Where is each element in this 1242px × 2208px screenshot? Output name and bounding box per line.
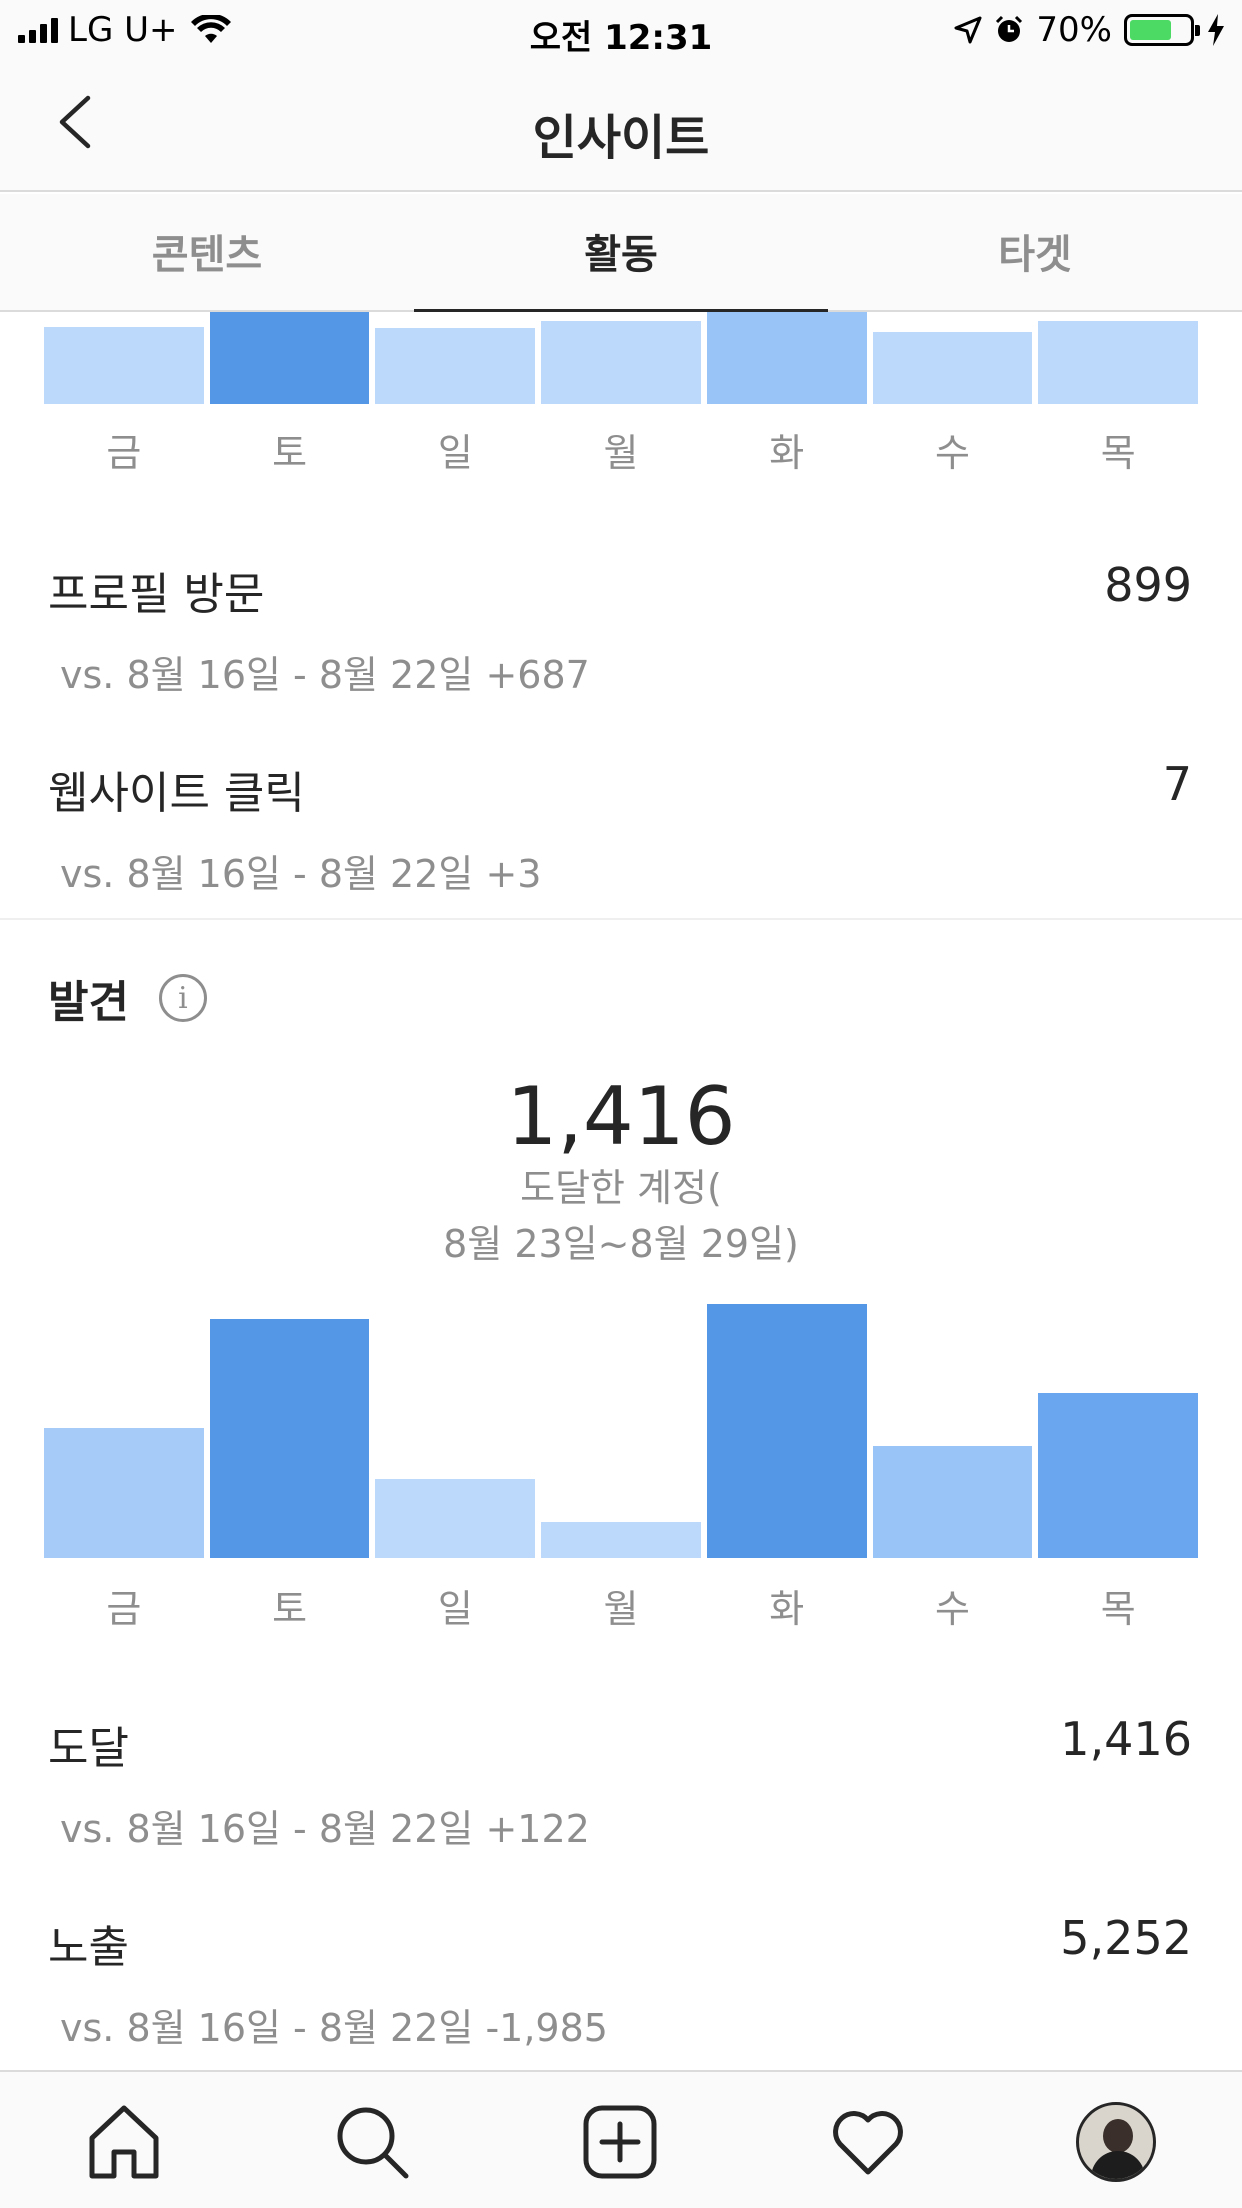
bar-토[interactable] [209, 1319, 370, 1558]
bar-수[interactable] [872, 332, 1033, 404]
metric-comparison: vs. 8월 16일 - 8월 22일 +122 [60, 1807, 590, 1851]
interactions-chart: 금토일월화수목 [44, 312, 1199, 477]
bar-목[interactable] [1038, 1392, 1199, 1558]
search-icon [337, 2107, 409, 2179]
tab-audience[interactable]: 타겟 [828, 194, 1242, 310]
day-label: 화 [769, 1587, 805, 1631]
insights-tabs: 콘텐츠 활동 타겟 [0, 194, 1242, 312]
day-label: 목 [1100, 1587, 1136, 1631]
battery-percent: 70% [1036, 10, 1112, 50]
battery-level [1130, 20, 1171, 40]
reach-bars [44, 1304, 1199, 1558]
metric-label: 프로필 방문 [48, 569, 265, 620]
reach-total: 1,416 [506, 1070, 736, 1163]
metric-comparison: vs. 8월 16일 - 8월 22일 +3 [60, 852, 542, 896]
interactions-bars [44, 312, 1199, 404]
bar-수[interactable] [872, 1446, 1033, 1558]
day-label: 화 [769, 431, 805, 475]
metric-value: 1,416 [1060, 1712, 1192, 1766]
day-label: 일 [437, 431, 473, 475]
profile-avatar [1076, 2102, 1156, 2182]
bar-토[interactable] [209, 312, 370, 404]
bar-목[interactable] [1038, 321, 1199, 404]
bar-일[interactable] [375, 1479, 536, 1558]
metric-value: 5,252 [1060, 1911, 1192, 1965]
reach-day-labels: 금토일월화수목 [44, 1578, 1198, 1633]
bar-화[interactable] [706, 312, 867, 404]
new-post-tab[interactable] [580, 2102, 660, 2182]
charging-bolt-icon [1208, 14, 1224, 46]
day-label: 수 [934, 1587, 970, 1631]
info-icon[interactable]: i [158, 974, 207, 1022]
discovery-section-header: 발견 i [48, 966, 207, 1030]
alarm-icon [996, 15, 1023, 42]
tab-content[interactable]: 콘텐츠 [0, 194, 414, 310]
metric-comparison: vs. 8월 16일 - 8월 22일 -1,985 [60, 2006, 608, 2050]
day-label: 목 [1100, 431, 1136, 475]
metric-profile-visits[interactable]: 프로필 방문 899 vs. 8월 16일 - 8월 22일 +687 [48, 558, 1192, 699]
home-tab[interactable] [84, 2102, 164, 2182]
reach-caption-line1: 도달한 계정( [520, 1166, 722, 1210]
battery-icon [1124, 14, 1200, 46]
metric-website-clicks[interactable]: 웹사이트 클릭 7 vs. 8월 16일 - 8월 22일 +3 [48, 757, 1192, 898]
day-label: 금 [106, 431, 142, 475]
reach-caption: 도달한 계정( 8월 23일~8월 29일) [0, 1160, 1242, 1272]
activity-tab[interactable] [828, 2102, 908, 2182]
day-label: 일 [437, 1587, 473, 1631]
nav-bar: 인사이트 [0, 62, 1242, 192]
day-label: 수 [934, 431, 970, 475]
home-icon [89, 2105, 159, 2179]
metric-label: 도달 [48, 1723, 129, 1774]
bar-화[interactable] [706, 1304, 867, 1558]
profile-tab[interactable] [1076, 2102, 1156, 2182]
status-right: 70% [954, 10, 1226, 50]
activity-heart-icon [833, 2111, 903, 2175]
interactions-day-labels: 금토일월화수목 [44, 422, 1198, 477]
day-label: 월 [603, 1587, 639, 1631]
metric-label: 노출 [48, 1922, 129, 1973]
bar-월[interactable] [541, 1522, 701, 1558]
bar-일[interactable] [375, 327, 536, 404]
reach-caption-line2: 8월 23일~8월 29일) [443, 1222, 799, 1266]
section-title: 발견 [48, 977, 129, 1028]
page-title: 인사이트 [532, 110, 710, 166]
bar-금[interactable] [44, 1428, 204, 1558]
bar-금[interactable] [44, 326, 204, 404]
bar-월[interactable] [541, 321, 701, 404]
day-label: 금 [106, 1587, 142, 1631]
day-label: 월 [603, 431, 639, 475]
new-post-icon [583, 2105, 657, 2179]
search-tab[interactable] [332, 2102, 412, 2182]
day-label: 토 [272, 1587, 308, 1631]
day-label: 토 [272, 431, 308, 475]
reach-chart: 금토일월화수목 [44, 1304, 1199, 1633]
section-divider [0, 918, 1242, 920]
status-bar: LG U+ 오전 12:31 70% [0, 0, 1242, 62]
metric-label: 웹사이트 클릭 [48, 768, 305, 819]
metric-value: 899 [1104, 558, 1192, 612]
bottom-tab-bar [0, 2070, 1242, 2208]
metric-value: 7 [1162, 757, 1192, 811]
metric-reach[interactable]: 도달 1,416 vs. 8월 16일 - 8월 22일 +122 [48, 1712, 1192, 1853]
location-arrow-icon [954, 16, 982, 44]
tab-activity[interactable]: 활동 [414, 194, 828, 312]
metric-comparison: vs. 8월 16일 - 8월 22일 +687 [60, 653, 590, 697]
metric-impressions[interactable]: 노출 5,252 vs. 8월 16일 - 8월 22일 -1,985 [48, 1911, 1192, 2052]
